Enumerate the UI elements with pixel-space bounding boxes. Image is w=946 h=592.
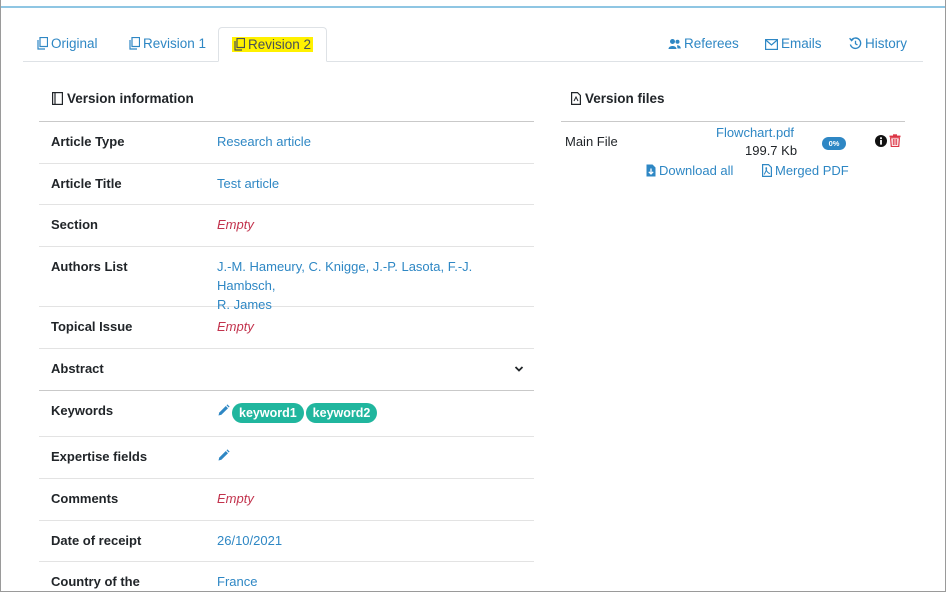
topical-issue-value: Empty [217, 319, 254, 334]
version-info-heading: Version information [52, 91, 194, 108]
keyword-tag[interactable]: keyword2 [305, 402, 378, 423]
main-file-link[interactable]: Flowchart.pdf [716, 125, 794, 140]
app-frame: Original Revision 1 Revision 2 Referees … [0, 0, 946, 592]
article-type-label: Article Type [51, 134, 125, 149]
trash-icon[interactable] [889, 134, 901, 150]
copy-icon [37, 29, 49, 62]
pencil-icon[interactable] [217, 448, 230, 467]
chevron-down-icon[interactable] [514, 361, 524, 376]
book-icon [52, 92, 64, 108]
country-value: France [217, 574, 258, 589]
comments-value: Empty [217, 491, 254, 506]
tab-referees[interactable]: Referees [668, 27, 739, 62]
main-file-size: 199.7 Kb [745, 143, 798, 158]
row-date-of-receipt: Date of receipt 26/10/2021 [39, 521, 534, 562]
tab-referees-label: Referees [684, 36, 739, 51]
expertise-fields-label: Expertise fields [51, 449, 148, 464]
version-files-heading-text: Version files [585, 91, 665, 106]
envelope-icon [765, 29, 779, 62]
topical-issue-label: Topical Issue [51, 319, 133, 334]
version-info-table: Article Type Research article Article Ti… [39, 121, 534, 591]
comments-label: Comments [51, 491, 119, 506]
abstract-label: Abstract [51, 361, 104, 376]
date-of-receipt-label: Date of receipt [51, 533, 142, 548]
row-expertise-fields: Expertise fields [39, 437, 534, 479]
row-topical-issue: Topical Issue Empty [39, 307, 534, 349]
top-accent-line [1, 6, 945, 8]
article-type-value[interactable]: Research article [217, 132, 311, 151]
version-tabs: Original Revision 1 Revision 2 Referees … [23, 27, 923, 62]
download-all-link[interactable]: Download all [646, 163, 733, 180]
keyword-tag[interactable]: keyword1 [232, 402, 304, 423]
users-icon [668, 29, 681, 62]
main-file-label: Main File [565, 134, 618, 149]
tab-history-label: History [865, 36, 908, 51]
article-title-label: Article Title [51, 176, 122, 191]
row-section: Section Empty [39, 205, 534, 247]
file-pdf-icon [762, 164, 772, 180]
article-title-value[interactable]: Test article [217, 174, 279, 193]
merged-pdf-link[interactable]: Merged PDF [762, 163, 849, 180]
progress-badge: 0% [822, 137, 846, 150]
info-icon[interactable] [875, 135, 887, 150]
tab-revision-2[interactable]: Revision 2 [218, 27, 328, 62]
authors-list-value[interactable]: J.-M. Hameury, C. Knigge, J.-P. Lasota, … [217, 257, 534, 314]
row-comments: Comments Empty [39, 479, 534, 521]
tab-revision-1[interactable]: Revision 1 [129, 27, 206, 62]
authors-line-1: J.-M. Hameury, C. Knigge, J.-P. Lasota, … [217, 259, 473, 293]
file-icon [571, 92, 581, 108]
keywords-value: keyword1 keyword2 [217, 402, 379, 423]
tab-history[interactable]: History [849, 27, 907, 62]
section-label: Section [51, 217, 98, 232]
history-icon [849, 29, 862, 62]
tab-original-label: Original [51, 36, 98, 51]
expertise-fields-value [217, 447, 232, 467]
file-download-icon [646, 164, 656, 180]
tab-original[interactable]: Original [37, 27, 98, 62]
keywords-label: Keywords [51, 403, 114, 418]
row-article-type: Article Type Research article [39, 122, 534, 164]
country-label: Country of the [51, 574, 140, 589]
row-abstract[interactable]: Abstract [39, 349, 534, 391]
row-authors-list: Authors List J.-M. Hameury, C. Knigge, J… [39, 247, 534, 312]
version-files-heading: Version files [571, 91, 665, 108]
date-of-receipt-value: 26/10/2021 [217, 533, 283, 548]
row-article-title: Article Title Test article [39, 164, 534, 205]
pencil-icon[interactable] [217, 403, 230, 422]
download-all-label: Download all [659, 163, 734, 178]
merged-pdf-label: Merged PDF [775, 163, 849, 178]
tab-emails-label: Emails [781, 36, 822, 51]
copy-icon [234, 30, 246, 63]
row-country: Country of the France [39, 562, 534, 591]
tab-highlight: Revision 2 [232, 37, 314, 52]
authors-list-label: Authors List [51, 259, 128, 274]
version-info-heading-text: Version information [67, 91, 194, 106]
tab-revision-1-label: Revision 1 [143, 36, 207, 51]
copy-icon [129, 29, 141, 62]
version-files-divider [561, 121, 905, 122]
row-keywords: Keywords keyword1 keyword2 [39, 391, 534, 437]
tab-revision-2-label: Revision 2 [248, 37, 312, 52]
tab-emails[interactable]: Emails [765, 27, 822, 62]
section-value: Empty [217, 217, 254, 232]
